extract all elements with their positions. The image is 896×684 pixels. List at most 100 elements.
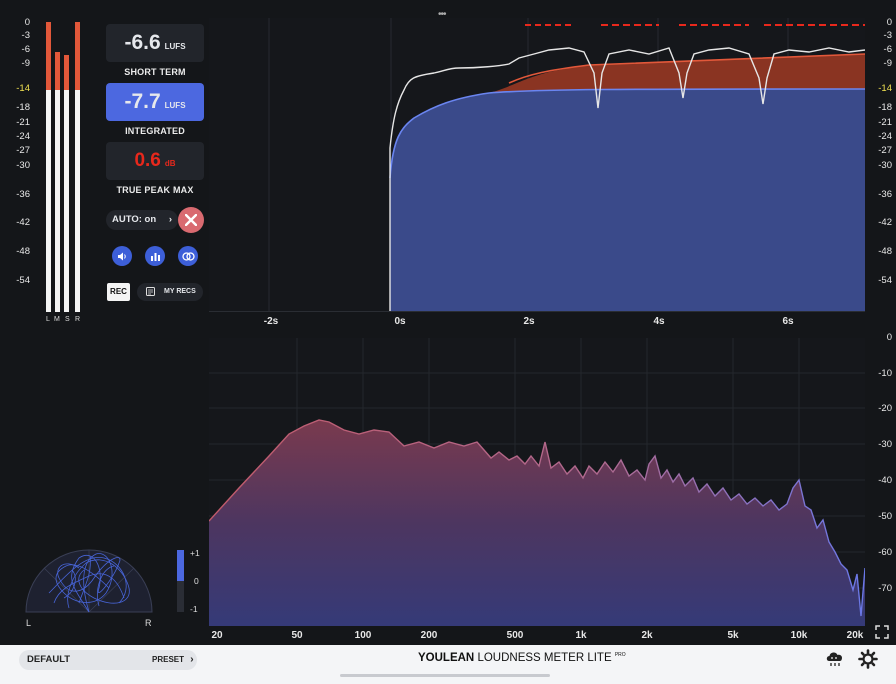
lufs-unit: LUFS [164,42,186,51]
history-y-tick: 0 [886,17,892,28]
short-term-value: -6.6 [124,31,161,54]
home-indicator [340,674,550,677]
spectrum-x-tick: 20k [846,630,864,641]
history-y-tick: -24 [878,131,892,142]
spectrum-y-scale: 0 -10 -20 -30 -40 -50 -60 -70 [866,330,896,630]
spectrum-x-tick: 10k [790,630,808,641]
spectrum-y-tick: 0 [886,332,892,343]
stereo-left-label: L [26,618,32,628]
lufs-unit: LUFS [164,101,186,110]
loudness-history-graph [209,18,865,312]
integrated-readout[interactable]: -7.7 LUFS [106,83,204,121]
db-unit: dB [164,159,176,168]
reset-close-button[interactable] [178,207,204,233]
true-peak-readout[interactable]: 0.6 dB [106,142,204,180]
correlation-tick: 0 [194,576,199,586]
chevron-right-icon: › [190,654,194,665]
brand-sup: PRO [614,652,626,659]
spectrum-x-tick: 2k [641,630,653,641]
stereo-right-label: R [145,618,152,628]
meter-white-overlay [44,90,84,312]
history-y-tick: -54 [878,275,892,286]
history-y-tick: -6 [883,44,892,55]
short-term-readout[interactable]: -6.6 LUFS [106,24,204,62]
auto-toggle[interactable]: AUTO: on › [106,210,178,230]
cloud-button[interactable] [825,650,845,668]
cloud-icon [826,652,843,666]
correlation-scale: +1 0 -1 [190,548,206,618]
meter-scale-tick: -54 [16,275,30,286]
channel-label: S [65,316,70,323]
auto-label: AUTO: on [112,214,157,225]
meter-scale-tick: -36 [16,189,30,200]
spectrum-y-tick: -70 [878,583,892,594]
correlation-tick: -1 [190,604,198,614]
meter-scale-tick: -3 [21,30,30,41]
brand-bold: YOULEAN [418,652,475,664]
short-term-caption: SHORT TERM [124,67,186,77]
settings-gear-icon [858,649,878,669]
spectrum-x-tick: 20 [211,630,223,641]
spectrum-y-tick: -10 [878,368,892,379]
spectrum-y-tick: -60 [878,547,892,558]
spectrum-x-tick: 1k [575,630,587,641]
history-x-tick: -2s [263,316,279,327]
brand-title: YOULEAN LOUDNESS METER LITE PRO [418,652,626,664]
brand-rest: LOUDNESS METER LITE [477,652,612,664]
channel-label: R [75,316,81,323]
true-peak-value: 0.6 [134,150,161,171]
histogram-button[interactable] [145,246,165,266]
meter-channel-labels: L M S R [44,316,84,326]
close-icon [185,214,197,226]
history-y-tick: -42 [878,217,892,228]
histogram-icon [150,252,160,261]
spectrum-x-tick: 200 [420,630,438,641]
meter-scale-tick: -9 [21,58,30,69]
history-y-tick: -14 [878,83,892,94]
integrated-caption: INTEGRATED [125,126,185,136]
meter-scale-tick: -14 [16,83,30,94]
meter-scale-tick: -48 [16,246,30,257]
meter-scale-tick: 0 [24,17,30,28]
preset-button[interactable]: PRESET › [152,654,194,665]
speaker-icon [117,252,126,260]
fullscreen-button[interactable] [875,625,891,641]
meter-scale-tick: -18 [16,102,30,113]
meter-scale-tick: -30 [16,160,30,171]
fullscreen-icon [875,625,889,639]
rec-button[interactable]: REC [107,283,130,301]
meter-scale-tick: -6 [21,44,30,55]
correlation-fill [177,550,184,581]
spectrum-y-tick: -20 [878,403,892,414]
settings-button[interactable] [858,649,878,669]
list-icon [146,287,155,296]
preset-button-label: PRESET [152,655,185,664]
history-x-tick: 6s [782,316,794,327]
preset-selector[interactable]: DEFAULT PRESET › [19,650,197,670]
spectrum-x-tick: 500 [506,630,524,641]
spectrum-y-tick: -30 [878,439,892,450]
preset-name: DEFAULT [27,654,71,665]
history-x-tick: 2s [523,316,535,327]
spectrum-x-tick: 100 [354,630,372,641]
speaker-button[interactable] [112,246,132,266]
history-y-tick: -3 [883,30,892,41]
true-peak-caption: TRUE PEAK MAX [116,185,194,195]
history-x-tick: 0s [394,316,406,327]
my-recs-label: MY RECS [164,288,196,295]
meter-scale-tick: -21 [16,117,30,128]
history-y-tick: -21 [878,117,892,128]
meter-scale-tick: -27 [16,145,30,156]
my-recs-button[interactable]: MY RECS [137,283,203,301]
spectrum-y-tick: -50 [878,511,892,522]
spectrum-analyzer [209,338,865,626]
history-y-tick: -9 [883,58,892,69]
stereo-icon [181,251,195,261]
spectrum-x-tick: 5k [727,630,739,641]
stereo-button[interactable] [178,246,198,266]
meter-scale-tick: -24 [16,131,30,142]
integrated-value: -7.7 [124,90,161,113]
meter-scale: 0 -3 -6 -9 -14 -18 -21 -24 -27 -30 -36 -… [0,14,32,314]
history-y-tick: -18 [878,102,892,113]
channel-label: L [46,316,50,323]
